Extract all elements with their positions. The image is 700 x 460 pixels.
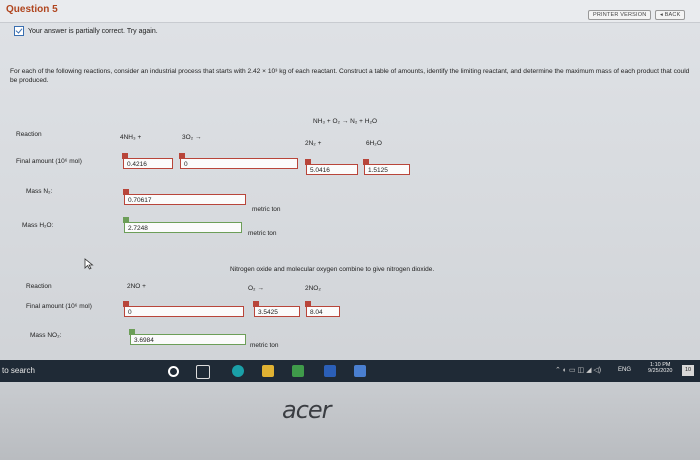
mass-no2-field[interactable]: 3.6984 (129, 329, 246, 345)
reaction2-final-amount-2[interactable]: 3.5425 (253, 301, 300, 317)
task-view-icon[interactable] (196, 365, 210, 379)
reaction1-equation: NH₃ + O₂ → N₂ + H₂O (313, 118, 378, 125)
word-icon[interactable] (324, 365, 336, 377)
reaction1-final-amount-4[interactable]: 1.5125 (363, 159, 410, 175)
printer-version-button[interactable]: PRINTER VERSION (588, 10, 652, 20)
reaction1-final-amount-label: Final amount (10⁶ mol) (16, 158, 82, 165)
app-icon[interactable] (354, 365, 366, 377)
file-explorer-icon[interactable] (262, 365, 274, 377)
edge-icon[interactable] (232, 365, 244, 377)
mass-h2o-label: Mass H₂O: (22, 222, 54, 229)
reaction2-label: Reaction (26, 283, 52, 290)
reaction1-final-amount-3[interactable]: 5.0416 (305, 159, 358, 175)
laptop-bezel (0, 382, 700, 460)
reaction1-label: Reaction (16, 131, 42, 138)
reaction1-term-2: 3O₂ → (182, 134, 202, 141)
mass-n2-unit: metric ton (252, 206, 281, 213)
reaction1-final-amount-2[interactable]: 0 (179, 153, 298, 169)
reaction2-description: Nitrogen oxide and molecular oxygen comb… (230, 266, 435, 273)
mass-h2o-field[interactable]: 2.7248 (123, 217, 242, 233)
taskbar: to search ⌃ ◐ ▭ ◫ ◢ ◁) ENG 1:10 PM 9/25/… (0, 360, 700, 382)
reaction1-term-3: 2N₂ + (305, 140, 322, 147)
back-button[interactable]: ◂ BACK (655, 10, 686, 20)
mass-no2-label: Mass NO₂: (30, 332, 62, 339)
mass-n2-field[interactable]: 0.70617 (123, 189, 246, 205)
feedback-message: Your answer is partially correct. Try ag… (14, 26, 158, 36)
clock-date: 9/25/2020 (648, 368, 673, 374)
reaction2-final-amount-1[interactable]: 0 (123, 301, 244, 317)
check-icon (14, 26, 24, 36)
mass-no2-unit: metric ton (250, 342, 279, 349)
reaction2-term-2: O₂ → (248, 285, 264, 292)
reaction2-term-1: 2NO + (127, 283, 146, 290)
reaction1-term-1: 4NH₃ + (120, 134, 142, 141)
notification-badge[interactable]: 10 (682, 365, 694, 376)
mass-h2o-unit: metric ton (248, 230, 277, 237)
store-icon[interactable] (292, 365, 304, 377)
system-tray-icons[interactable]: ⌃ ◐ ▭ ◫ ◢ ◁) (555, 366, 601, 374)
browser-screen: Question 5 PRINTER VERSION ◂ BACK Your a… (0, 0, 700, 398)
taskbar-search[interactable]: to search (2, 366, 35, 375)
reaction2-final-amount-label: Final amount (10⁶ mol) (26, 303, 92, 310)
reaction2-final-amount-3[interactable]: 8.04 (305, 301, 340, 317)
feedback-text: Your answer is partially correct. Try ag… (28, 27, 158, 35)
clock[interactable]: 1:10 PM 9/25/2020 (648, 362, 672, 374)
reaction2-term-3: 2NO₂ (305, 285, 321, 292)
mass-n2-label: Mass N₂: (26, 188, 53, 195)
question-title: Question 5 (6, 4, 58, 15)
problem-statement: For each of the following reactions, con… (10, 68, 690, 84)
language-indicator[interactable]: ENG (618, 367, 631, 373)
mouse-cursor-icon (84, 258, 94, 270)
cortana-icon[interactable] (168, 366, 179, 377)
acer-logo: acer (282, 396, 332, 424)
reaction1-term-4: 6H₂O (366, 140, 382, 147)
reaction1-final-amount-1[interactable]: 0.4216 (122, 153, 173, 169)
